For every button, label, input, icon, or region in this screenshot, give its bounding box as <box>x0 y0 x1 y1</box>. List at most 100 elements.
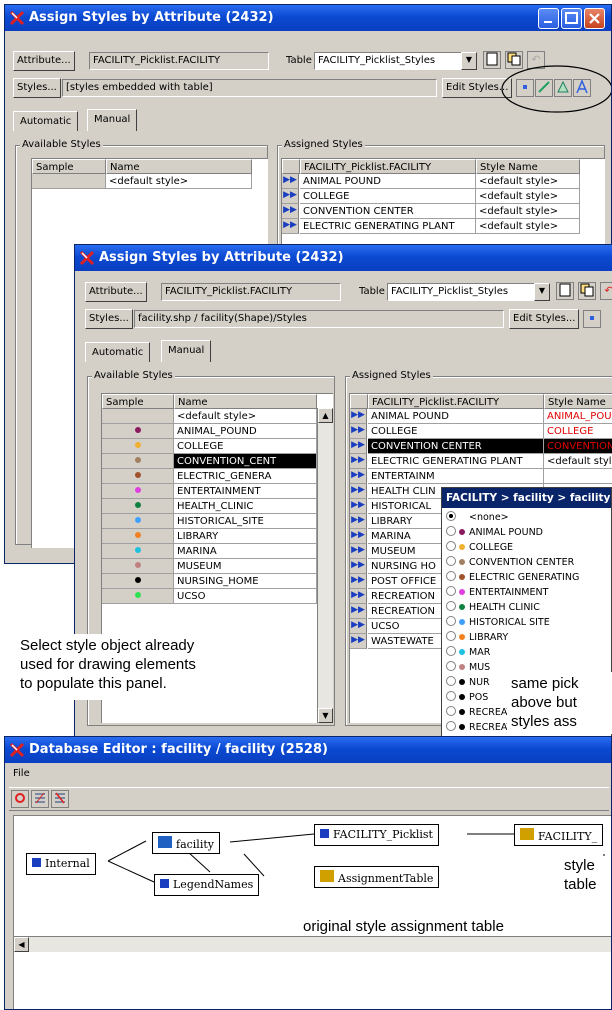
undo-button[interactable]: ↶ <box>600 282 612 300</box>
style-name-cell[interactable]: <default style> <box>476 204 580 219</box>
copy-table-button[interactable] <box>578 282 596 300</box>
radio-button[interactable] <box>446 601 456 611</box>
assign-arrow-button[interactable]: ▶▶ <box>350 544 367 559</box>
available-scrollbar[interactable]: ▲ ▼ <box>317 408 333 723</box>
assign-arrow-button[interactable]: ▶▶ <box>350 484 367 499</box>
style-name-cell[interactable]: COLLEGE <box>174 439 317 454</box>
assign-arrow-button[interactable]: ▶▶ <box>350 529 367 544</box>
assign-arrow-button[interactable]: ▶▶ <box>350 409 367 424</box>
style-name-cell[interactable]: <default style> <box>476 174 580 189</box>
table-select[interactable]: FACILITY_Picklist_Styles <box>314 52 464 70</box>
style-name-cell[interactable]: <default styl <box>544 454 612 469</box>
style-name-cell[interactable]: HEALTH_CLINIC <box>174 499 317 514</box>
assign-arrow-button[interactable]: ▶▶ <box>350 574 367 589</box>
style-name-cell[interactable]: NURSING_HOME <box>174 574 317 589</box>
style-name-cell[interactable]: CONVENTION <box>544 439 612 454</box>
popup-item[interactable]: NUR <box>446 675 490 690</box>
tab-manual[interactable]: Manual <box>161 340 212 362</box>
style-name-cell[interactable]: COLLEGE <box>544 424 612 439</box>
layout-button[interactable] <box>11 790 29 808</box>
popup-item[interactable]: CONVENTION CENTER <box>446 555 574 570</box>
radio-button[interactable] <box>446 556 456 566</box>
new-table-button[interactable] <box>556 282 574 300</box>
popup-item[interactable]: <none> <box>446 510 509 525</box>
point-style-button[interactable] <box>583 310 601 328</box>
assign-arrow-button[interactable]: ▶▶ <box>350 469 367 484</box>
table-dropdown-button[interactable]: ▼ <box>534 283 550 301</box>
style-name-cell[interactable]: MUSEUM <box>174 559 317 574</box>
maximize-button[interactable] <box>561 8 582 29</box>
popup-item[interactable]: HISTORICAL SITE <box>446 615 550 630</box>
style-name-cell[interactable]: UCSO <box>174 589 317 604</box>
assign-arrow-button[interactable]: ▶▶ <box>350 589 367 604</box>
assign-arrow-button[interactable]: ▶▶ <box>350 454 367 469</box>
assign-arrow-button[interactable]: ▶▶ <box>350 619 367 634</box>
style-name-cell[interactable] <box>544 469 612 484</box>
node-legendnames[interactable]: LegendNames <box>154 874 260 896</box>
radio-button[interactable] <box>446 616 456 626</box>
table-dropdown-button[interactable]: ▼ <box>461 52 477 70</box>
scroll-down-button[interactable]: ▼ <box>318 708 333 723</box>
tab-automatic[interactable]: Automatic <box>85 342 151 362</box>
radio-button[interactable] <box>446 691 456 701</box>
style-name-cell[interactable]: ENTERTAINMENT <box>174 484 317 499</box>
assign-arrow-button[interactable]: ▶▶ <box>350 559 367 574</box>
attribute-button[interactable]: Attribute... <box>85 282 147 302</box>
assign-arrow-button[interactable]: ▶▶ <box>350 499 367 514</box>
popup-item[interactable]: COLLEGE <box>446 540 513 555</box>
attribute-field[interactable]: FACILITY_Picklist.FACILITY <box>89 52 269 70</box>
radio-button[interactable] <box>446 571 456 581</box>
window-titlebar[interactable]: Assign Styles by Attribute (2432) <box>75 245 612 271</box>
style-name-cell[interactable]: <default style> <box>106 174 252 189</box>
radio-button[interactable] <box>446 586 456 596</box>
style-name-cell[interactable]: MARINA <box>174 544 317 559</box>
node-facility-styles[interactable]: FACILITY_ <box>514 824 604 846</box>
assign-arrow-button[interactable]: ▶▶ <box>282 204 299 219</box>
link-button[interactable] <box>31 790 49 808</box>
popup-item[interactable]: MUS <box>446 660 490 675</box>
horizontal-scrollbar[interactable]: ◀ <box>14 936 611 952</box>
tab-manual[interactable]: Manual <box>87 109 138 131</box>
style-name-cell[interactable]: <default style> <box>174 409 317 424</box>
unlink-button[interactable] <box>51 790 69 808</box>
style-name-cell[interactable]: HISTORICAL_SITE <box>174 514 317 529</box>
window-titlebar[interactable]: Assign Styles by Attribute (2432) <box>5 5 611 31</box>
node-internal[interactable]: Internal <box>26 853 96 875</box>
assign-arrow-button[interactable]: ▶▶ <box>282 189 299 204</box>
assign-arrow-button[interactable]: ▶▶ <box>350 514 367 529</box>
radio-button[interactable] <box>446 661 456 671</box>
style-name-cell[interactable]: ELECTRIC_GENERA <box>174 469 317 484</box>
popup-item[interactable]: MAR <box>446 645 490 660</box>
style-name-cell[interactable]: ANIMAL_POUND <box>174 424 317 439</box>
popup-item[interactable]: POS <box>446 690 488 705</box>
assign-arrow-button[interactable]: ▶▶ <box>282 174 299 189</box>
menu-file[interactable]: File <box>13 767 30 781</box>
radio-button[interactable] <box>446 676 456 686</box>
style-name-cell[interactable]: <default style> <box>476 219 580 234</box>
style-name-cell[interactable]: CONVENTION_CENT <box>174 454 317 469</box>
popup-item[interactable]: ANIMAL POUND <box>446 525 543 540</box>
node-picklist[interactable]: FACILITY_Picklist <box>314 824 439 846</box>
radio-button[interactable] <box>446 631 456 641</box>
radio-button[interactable] <box>446 646 456 656</box>
attribute-button[interactable]: Attribute... <box>13 51 75 71</box>
styles-button[interactable]: Styles... <box>85 309 133 329</box>
assign-arrow-button[interactable]: ▶▶ <box>350 634 367 649</box>
radio-button[interactable] <box>446 706 456 716</box>
scroll-left-button[interactable]: ◀ <box>14 937 29 952</box>
close-button[interactable] <box>584 8 605 29</box>
assign-arrow-button[interactable]: ▶▶ <box>350 439 367 454</box>
popup-item[interactable]: ENTERTAINMENT <box>446 585 548 600</box>
style-name-cell[interactable]: LIBRARY <box>174 529 317 544</box>
styles-button[interactable]: Styles... <box>13 78 61 98</box>
style-name-cell[interactable]: <default style> <box>476 189 580 204</box>
minimize-button[interactable] <box>538 8 559 29</box>
scroll-up-button[interactable]: ▲ <box>318 408 333 423</box>
assign-arrow-button[interactable]: ▶▶ <box>282 219 299 234</box>
tab-automatic[interactable]: Automatic <box>13 111 79 131</box>
radio-button[interactable] <box>446 511 456 521</box>
node-assignmenttable[interactable]: AssignmentTable <box>314 866 440 888</box>
assign-arrow-button[interactable]: ▶▶ <box>350 424 367 439</box>
node-facility[interactable]: facility <box>152 832 220 854</box>
popup-item[interactable]: ELECTRIC GENERATING <box>446 570 579 585</box>
